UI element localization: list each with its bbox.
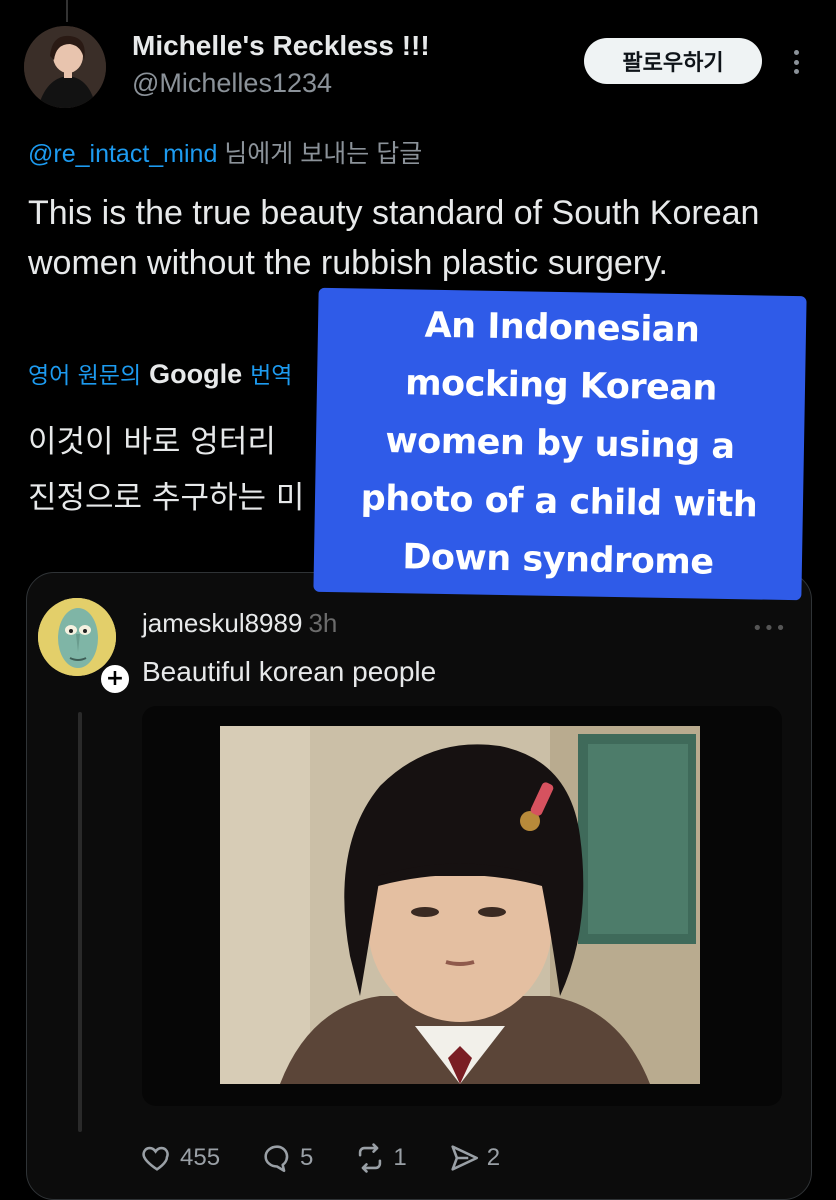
translation-attribution[interactable]: 영어 원문의 Google 번역 bbox=[28, 356, 292, 390]
overlay-caption-box: An Indonesian mocking Korean women by us… bbox=[313, 287, 807, 601]
reply-button[interactable]: 5 bbox=[260, 1141, 313, 1175]
repost-button[interactable]: 1 bbox=[353, 1141, 407, 1175]
share-icon bbox=[447, 1141, 481, 1175]
like-button[interactable]: 455 bbox=[140, 1141, 220, 1175]
thread-line bbox=[78, 712, 82, 1132]
author-display-name[interactable]: Michelle's Reckless !!! bbox=[132, 30, 430, 62]
quoted-more-icon[interactable]: ••• bbox=[752, 618, 787, 639]
translation-prefix: 영어 원문의 bbox=[28, 363, 142, 389]
google-brand: Google bbox=[149, 359, 243, 389]
translated-text: 이것이 바로 엉터리 진정으로 추구하는 미 bbox=[28, 414, 348, 526]
author-handle[interactable]: @Michelles1234 bbox=[132, 68, 332, 99]
reply-context: @re_intact_mind 님에게 보내는 답글 bbox=[28, 134, 422, 170]
translated-line: 이것이 바로 엉터리 bbox=[28, 424, 276, 460]
repost-count: 1 bbox=[393, 1144, 407, 1171]
post-screen: Michelle's Reckless !!! @Michelles1234 팔… bbox=[0, 0, 836, 1200]
heart-icon bbox=[140, 1141, 174, 1175]
quoted-author-name[interactable]: jameskul8989 3h bbox=[142, 608, 337, 639]
plus-icon[interactable]: + bbox=[98, 662, 132, 696]
quoted-timestamp: 3h bbox=[308, 608, 338, 638]
share-count: 2 bbox=[486, 1144, 501, 1171]
action-bar: 455 5 1 2 bbox=[140, 1138, 540, 1178]
translation-suffix: 번역 bbox=[250, 363, 293, 389]
overlay-caption-text: An Indonesian mocking Korean women by us… bbox=[360, 305, 758, 583]
like-count: 455 bbox=[180, 1144, 221, 1171]
tweet-text: This is the true beauty standard of Sout… bbox=[28, 194, 760, 282]
follow-button[interactable]: 팔로우하기 bbox=[584, 38, 762, 84]
share-button[interactable]: 2 bbox=[447, 1141, 500, 1175]
reply-context-label: 님에게 보내는 답글 bbox=[217, 140, 423, 168]
quoted-text: Beautiful korean people bbox=[142, 656, 437, 687]
speech-bubble-icon bbox=[260, 1141, 294, 1175]
attached-photo[interactable] bbox=[220, 726, 700, 1084]
more-vertical-icon[interactable] bbox=[784, 44, 808, 80]
quoted-username[interactable]: jameskul8989 bbox=[142, 608, 302, 638]
mention-link[interactable]: @re_intact_mind bbox=[28, 140, 217, 168]
repost-icon bbox=[353, 1141, 387, 1175]
translated-line: 진정으로 추구하는 미 bbox=[28, 480, 305, 516]
author-avatar[interactable] bbox=[24, 26, 106, 108]
thread-connector bbox=[66, 0, 68, 22]
reply-count: 5 bbox=[300, 1144, 314, 1171]
